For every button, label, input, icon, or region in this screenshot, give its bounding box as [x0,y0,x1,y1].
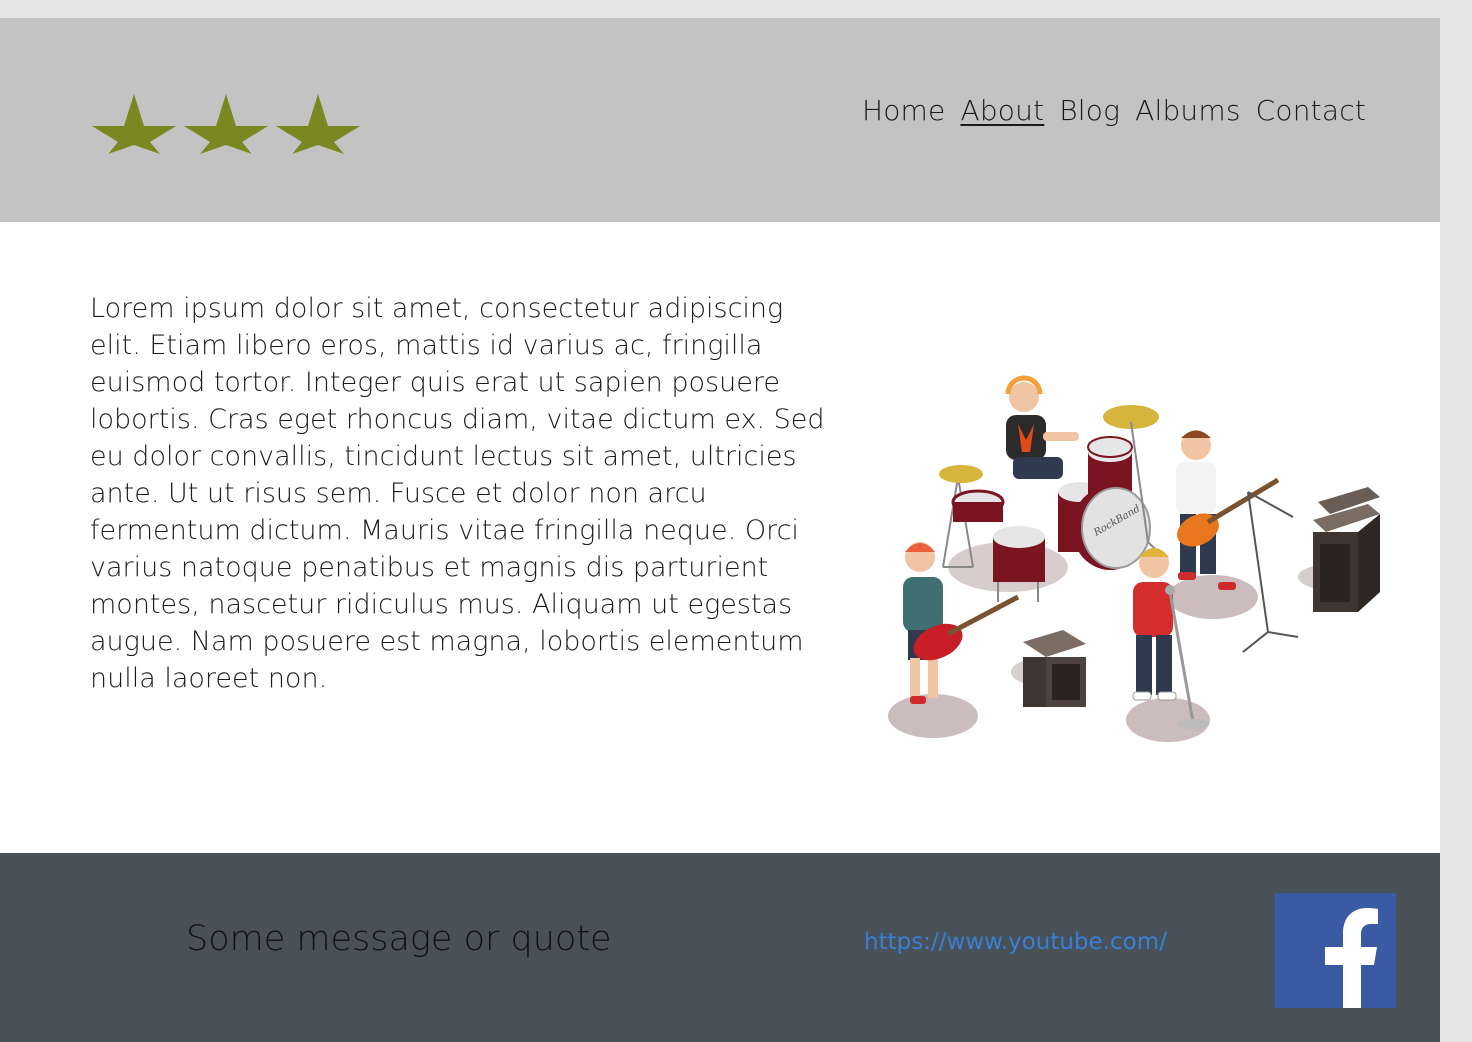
nav-albums[interactable]: Albums [1135,94,1241,127]
scrollbar-gutter[interactable] [1440,18,1472,1042]
rock-band-illustration: RockBand [888,375,1380,742]
nav-about[interactable]: About [960,94,1044,127]
nav-blog[interactable]: Blog [1059,94,1120,127]
page: Home About Blog Albums Contact Lorem ips… [0,18,1440,1042]
drummer [1005,375,1079,479]
guitarist-right [1176,430,1280,590]
mic-stand-right [1242,491,1299,653]
star-icon [92,94,176,154]
logo[interactable] [90,90,362,154]
site-header: Home About Blog Albums Contact [0,18,1440,222]
star-icon [184,94,268,154]
body-text: Lorem ipsum dolor sit amet, consectetur … [90,293,825,694]
facebook-icon[interactable] [1275,893,1396,1008]
youtube-link[interactable]: https://www.youtube.com/ [864,929,1167,955]
main-content: Lorem ipsum dolor sit amet, consectetur … [0,222,1440,853]
amp-left [1023,630,1086,707]
nav-contact[interactable]: Contact [1256,94,1366,127]
site-footer: Some message or quote https://www.youtub… [0,853,1440,1042]
main-nav: Home About Blog Albums Contact [862,94,1366,127]
star-icon [276,94,360,154]
footer-quote: Some message or quote [186,919,612,959]
facebook-f-icon [1325,908,1378,1008]
amp-right [1313,487,1380,612]
nav-home[interactable]: Home [862,94,946,127]
